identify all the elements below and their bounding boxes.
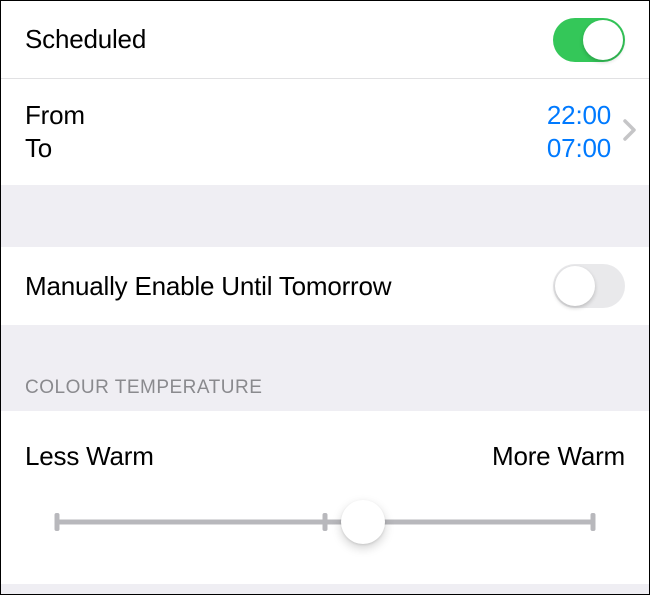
colour-temperature-header: COLOUR TEMPERATURE	[1, 325, 649, 411]
temperature-slider-thumb[interactable]	[341, 500, 385, 544]
scheduled-label: Scheduled	[25, 24, 146, 55]
scheduled-toggle[interactable]	[553, 18, 625, 62]
chevron-right-icon	[623, 119, 637, 146]
colour-temperature-row: Less Warm More Warm	[1, 411, 649, 584]
scheduled-row: Scheduled	[1, 1, 649, 79]
manual-enable-toggle[interactable]	[553, 264, 625, 308]
temperature-slider[interactable]	[57, 500, 593, 544]
schedule-times-row[interactable]: From To 22:00 07:00	[1, 79, 649, 185]
manual-enable-label: Manually Enable Until Tomorrow	[25, 271, 391, 302]
from-label: From	[25, 100, 85, 131]
to-label: To	[25, 133, 85, 164]
section-title: COLOUR TEMPERATURE	[25, 377, 262, 399]
from-time-value: 22:00	[547, 100, 611, 131]
more-warm-label: More Warm	[492, 441, 625, 472]
less-warm-label: Less Warm	[25, 441, 154, 472]
manual-enable-row: Manually Enable Until Tomorrow	[1, 247, 649, 325]
to-time-value: 07:00	[547, 133, 611, 164]
section-gap	[1, 185, 649, 247]
